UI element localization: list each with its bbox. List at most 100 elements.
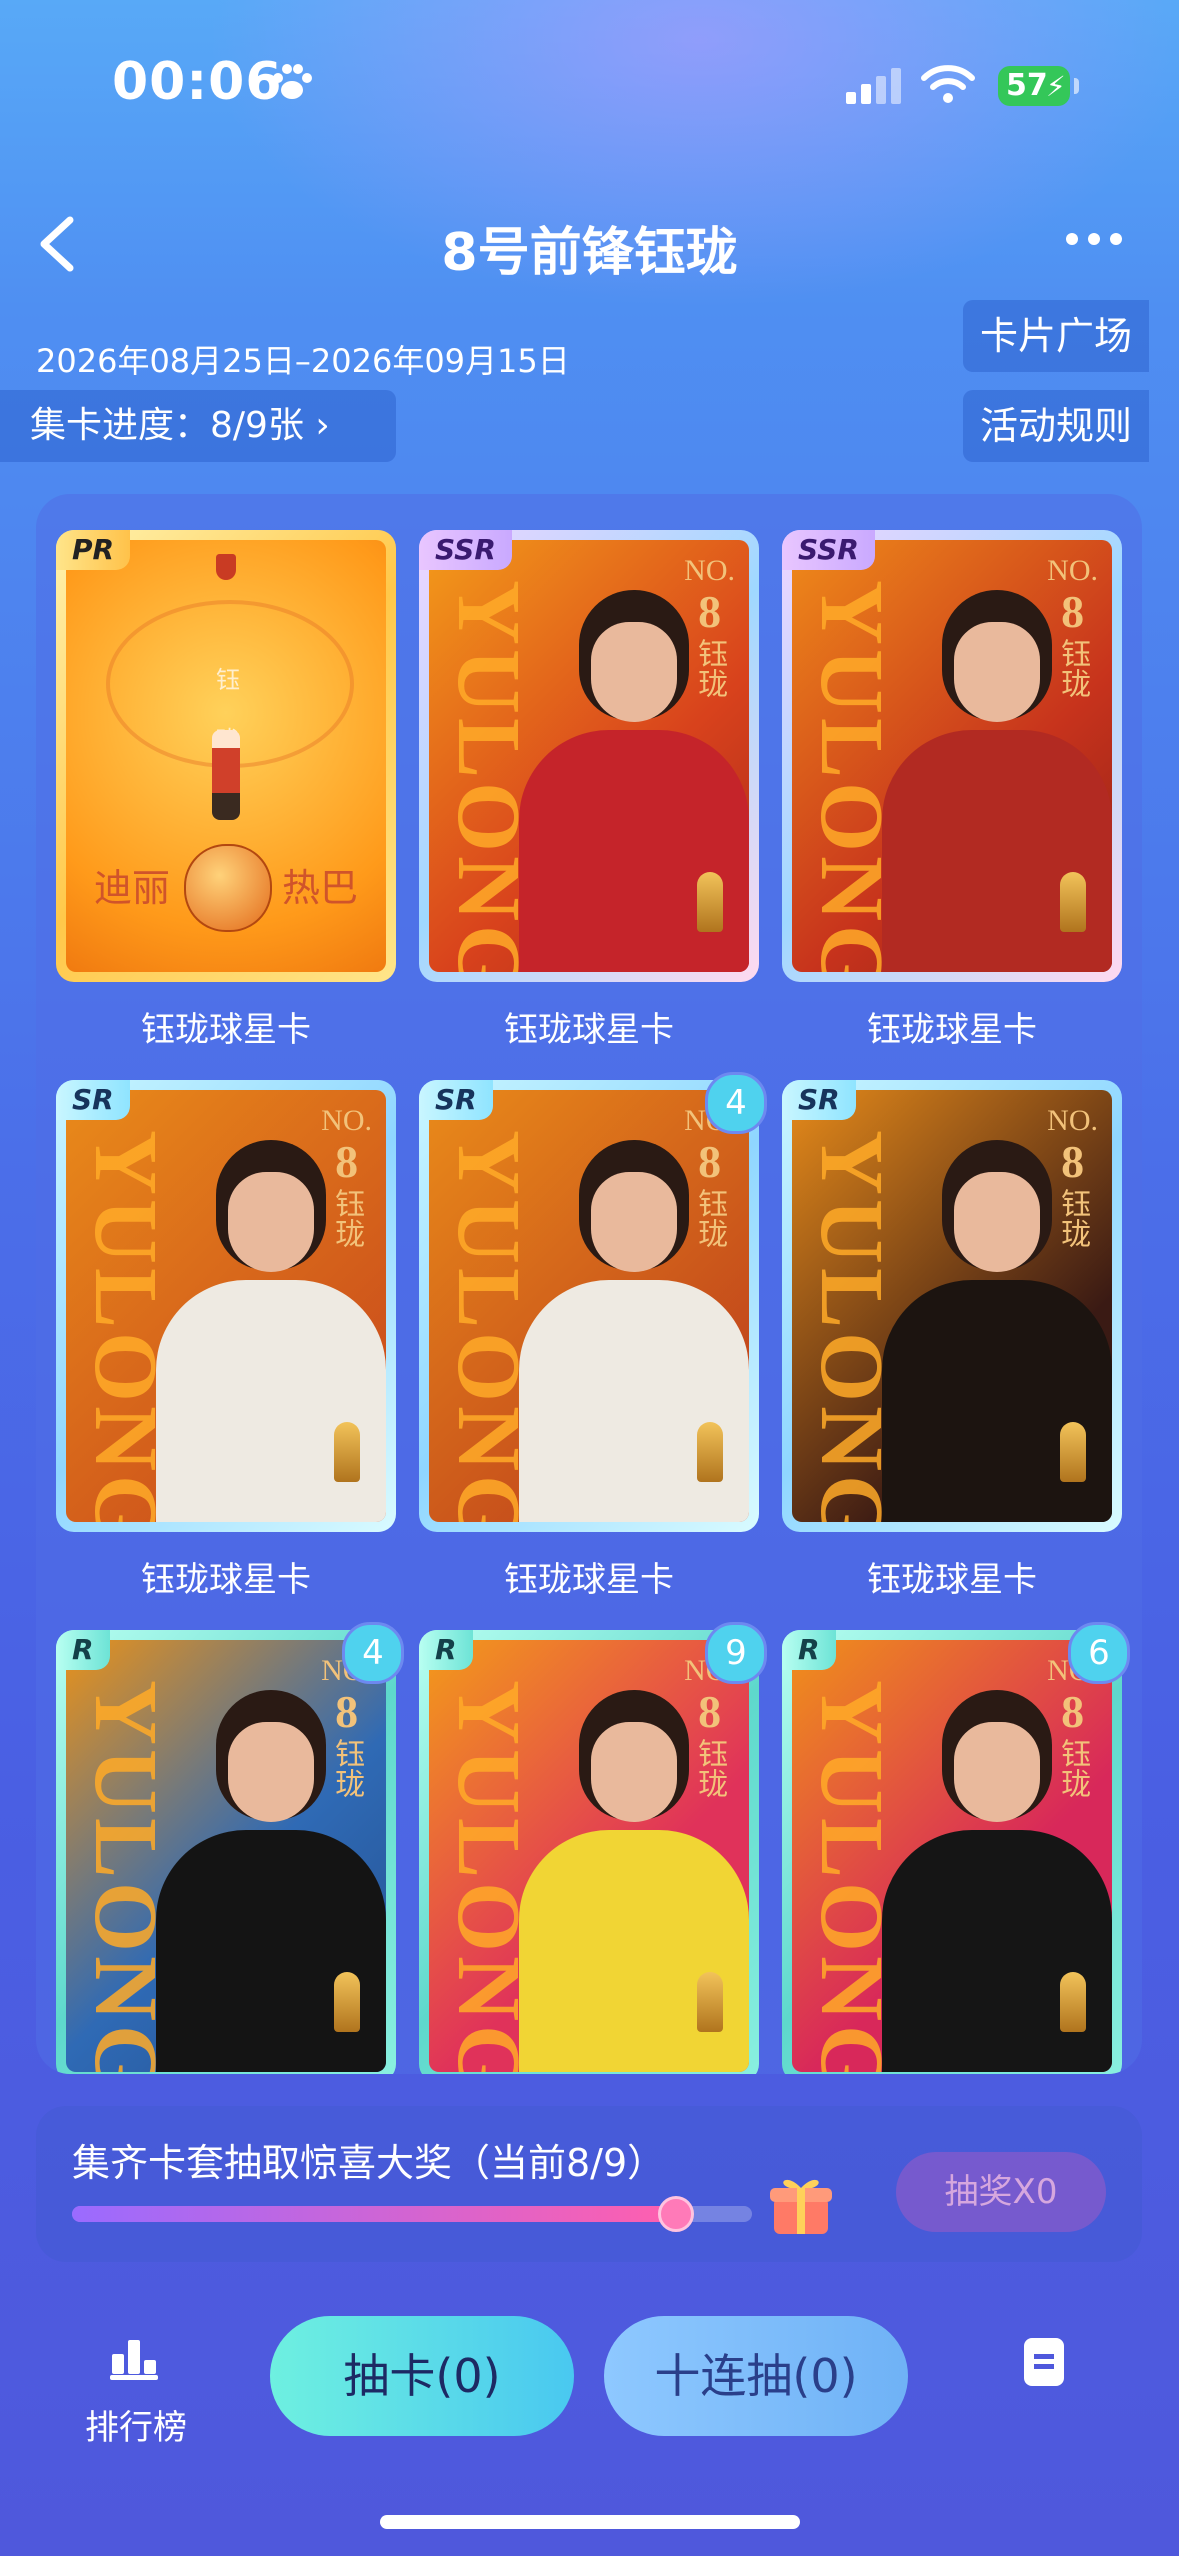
card-4[interactable]: YULONG NO. 8 钰珑 SR — [56, 1080, 396, 1532]
charging-icon: ⚡ — [1046, 70, 1066, 103]
card-name-left: 迪丽 — [94, 866, 171, 910]
card-3[interactable]: YULONG NO. 8 钰珑 SSR — [782, 530, 1122, 982]
card-artwork: YULONGNO.8钰珑 — [792, 1090, 1112, 1522]
rarity-badge: SR — [419, 1080, 493, 1120]
ten-draw-button[interactable]: 十连抽(0) — [604, 2316, 908, 2436]
card-char-1: 钰 — [216, 666, 240, 694]
player-torso — [882, 1280, 1112, 1522]
rarity-badge: SSR — [782, 530, 875, 570]
jersey-number: NO.8钰珑 — [1047, 1104, 1098, 1255]
card-8[interactable]: YULONGNO.8钰珑R 9 — [419, 1622, 767, 2074]
card-count-badge: 4 — [342, 1622, 404, 1684]
player-face — [954, 1722, 1040, 1822]
jersey-no-prefix: NO. — [684, 554, 735, 587]
card-5[interactable]: YULONGNO.8钰珑SR 4 — [419, 1072, 767, 1532]
player-face — [954, 1172, 1040, 1272]
collect-progress-label: 集卡进度：8/9张 — [30, 405, 304, 446]
card-label: 钰珑球星卡 — [504, 1560, 674, 1600]
card-frame: YULONGNO.8钰珑 — [56, 1630, 396, 2074]
page-title: 8号前锋钰珑 — [441, 223, 738, 283]
card-artwork: YULONGNO.8钰珑 — [429, 1640, 749, 2072]
jersey-name: 钰珑 — [1056, 1737, 1090, 1798]
card-count-badge: 6 — [1068, 1622, 1130, 1684]
jersey-name: 钰珑 — [330, 1187, 364, 1248]
chevron-right-icon: › — [315, 405, 330, 446]
card-artwork: YULONGNO.8钰珑 — [429, 1090, 749, 1522]
player-figure — [212, 730, 240, 820]
card-artwork: YULONGNO.8钰珑 — [429, 540, 749, 972]
jersey-number-value: 8 — [1061, 1136, 1085, 1187]
jersey-name: 钰珑 — [693, 1187, 727, 1248]
player-face — [954, 622, 1040, 722]
player-face — [228, 1172, 314, 1272]
more-icon[interactable] — [1066, 230, 1136, 254]
status-time: 00:06 — [112, 52, 283, 112]
player-torso — [882, 730, 1112, 972]
player-torso — [519, 1280, 749, 1522]
jersey-number-value: 8 — [698, 1686, 722, 1737]
paw-icon — [273, 64, 312, 99]
event-rules-button[interactable]: 活动规则 — [963, 390, 1149, 462]
collect-progress-link[interactable]: 集卡进度：8/9张 › — [0, 390, 396, 462]
player-torso — [882, 1830, 1112, 2072]
card-label: 钰珑球星卡 — [141, 1560, 311, 1600]
signal-icon — [846, 68, 901, 104]
lottery-progress-knob — [658, 2196, 695, 2232]
card-count-badge: 4 — [705, 1072, 767, 1134]
card-artwork: YULONGNO.8钰珑 — [66, 1090, 386, 1522]
draw-card-button[interactable]: 抽卡(0) — [270, 2316, 574, 2436]
trophy-icon — [1060, 1422, 1086, 1482]
team-crest-icon — [216, 554, 236, 580]
card-artwork: YULONGNO.8钰珑 — [66, 1640, 386, 2072]
card-name-right: 热巴 — [281, 866, 358, 910]
document-icon[interactable] — [1024, 2338, 1064, 2386]
card-7[interactable]: YULONGNO.8钰珑R 4 — [56, 1622, 404, 2074]
player-torso — [519, 1830, 749, 2072]
card-label: 钰珑球星卡 — [141, 1010, 311, 1050]
ranking-label: 排行榜 — [85, 2408, 187, 2448]
rarity-badge: SR — [56, 1080, 130, 1120]
jersey-name: 钰珑 — [330, 1737, 364, 1798]
jersey-number-value: 8 — [1061, 1686, 1085, 1737]
lottery-progress-bar — [72, 2196, 752, 2232]
player-face — [591, 1722, 677, 1822]
trophy-icon — [697, 872, 723, 932]
wifi-icon — [921, 65, 975, 103]
jersey-number-value: 8 — [1061, 586, 1085, 637]
card-frame: YULONGNO.8钰珑 — [419, 530, 759, 982]
jersey-number-value: 8 — [335, 1136, 359, 1187]
card-label: 钰珑球星卡 — [504, 1010, 674, 1050]
player-face — [591, 1172, 677, 1272]
cards-panel: 钰珑迪丽热巴PR钰珑球星卡YULONGNO.8钰珑SSR钰珑球星卡YULONGN… — [36, 494, 1142, 2074]
draw-prize-button[interactable]: 抽奖X0 — [896, 2152, 1106, 2232]
card-1[interactable]: 钰珑迪丽热巴PR — [56, 530, 396, 982]
player-face — [591, 622, 677, 722]
card-count-badge: 9 — [705, 1622, 767, 1684]
soccer-ball-icon — [184, 844, 272, 932]
card-frame: YULONGNO.8钰珑 — [56, 1080, 396, 1532]
battery-tip — [1074, 78, 1079, 94]
card-6[interactable]: YULONG NO. 8 钰珑 SR — [782, 1080, 1122, 1532]
rarity-badge: PR — [56, 530, 131, 570]
card-frame: YULONGNO.8钰珑 — [782, 1630, 1122, 2074]
lottery-panel: 集齐卡套抽取惊喜大奖（当前8/9） 抽奖X0 — [36, 2106, 1142, 2262]
card-frame: 钰珑迪丽热巴 — [56, 530, 396, 982]
jersey-no-prefix: NO. — [1047, 554, 1098, 587]
player-torso — [156, 1830, 386, 2072]
jersey-number-value: 8 — [698, 586, 722, 637]
card-2[interactable]: YULONG NO. 8 钰珑 SSR — [419, 530, 759, 982]
card-9[interactable]: YULONGNO.8钰珑R 6 — [782, 1622, 1130, 2074]
jersey-number-value: 8 — [335, 1686, 359, 1737]
jersey-no-prefix: NO. — [321, 1104, 372, 1137]
card-artwork: YULONGNO.8钰珑 — [792, 540, 1112, 972]
trophy-icon — [334, 1422, 360, 1482]
rarity-badge: R — [782, 1630, 836, 1670]
event-date-range: 2026年08月25日–2026年09月15日 — [36, 342, 570, 380]
player-torso — [519, 730, 749, 972]
gift-icon — [770, 2179, 832, 2234]
card-frame: YULONGNO.8钰珑 — [419, 1630, 759, 2074]
trophy-icon — [1060, 1972, 1086, 2032]
rarity-badge: SSR — [419, 530, 512, 570]
rarity-badge: SR — [782, 1080, 856, 1120]
card-plaza-button[interactable]: 卡片广场 — [963, 300, 1149, 372]
